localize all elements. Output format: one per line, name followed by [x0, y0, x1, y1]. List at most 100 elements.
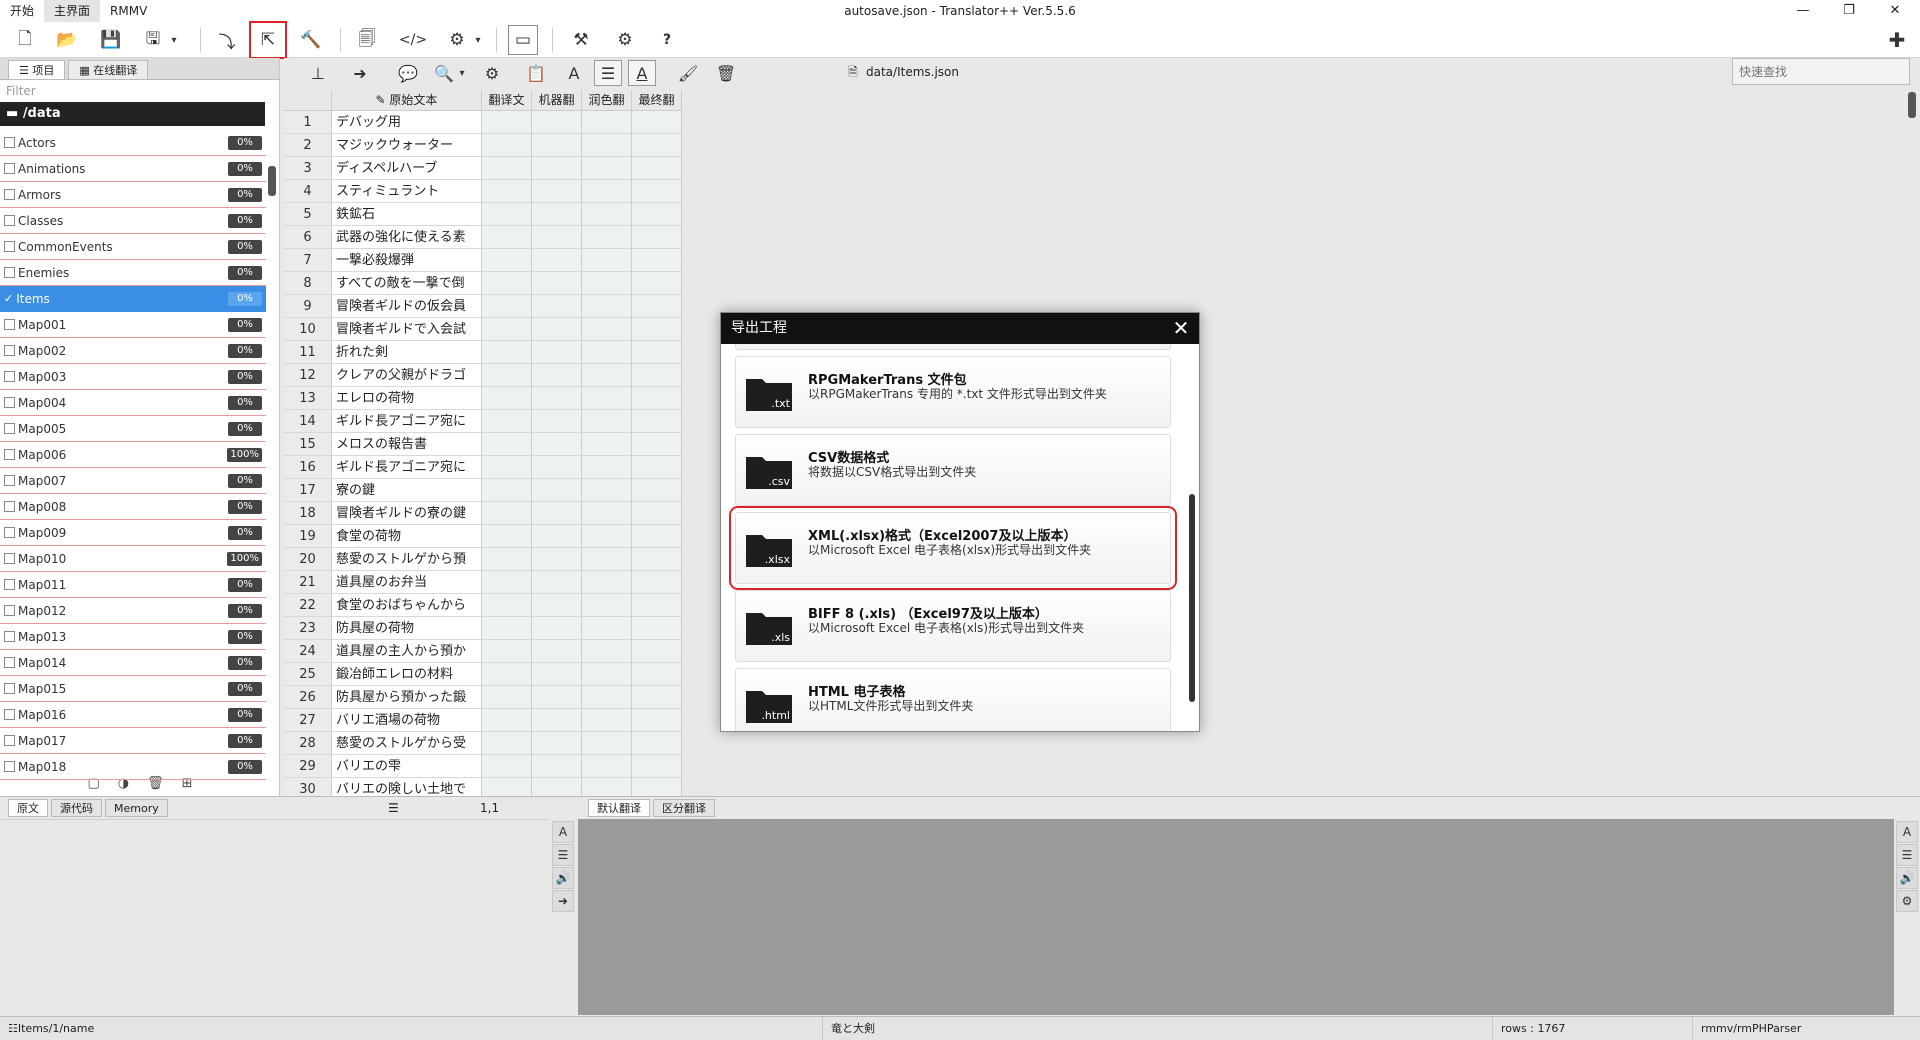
- table-row[interactable]: 15 メロスの報告書: [284, 433, 682, 456]
- translation-cell[interactable]: [632, 732, 682, 754]
- translation-cell[interactable]: [632, 341, 682, 363]
- translation-cell[interactable]: [632, 203, 682, 225]
- translation-cell[interactable]: [582, 525, 632, 547]
- help-icon[interactable]: ?: [652, 25, 682, 55]
- menu-rmmv[interactable]: RMMV: [100, 0, 157, 22]
- file-item[interactable]: Map011 0%: [0, 572, 266, 598]
- translation-cell[interactable]: [482, 387, 532, 409]
- original-text-cell[interactable]: マジックウォーター: [332, 134, 482, 156]
- open-folder-icon[interactable]: 📂: [52, 25, 82, 55]
- table-row[interactable]: 22 食堂のおばちゃんから: [284, 594, 682, 617]
- original-text-cell[interactable]: エレロの荷物: [332, 387, 482, 409]
- translation-cell[interactable]: [582, 778, 632, 796]
- file-item[interactable]: Map007 0%: [0, 468, 266, 494]
- original-text-cell[interactable]: バリエの険しい土地で: [332, 778, 482, 796]
- automation-icon[interactable]: ⚙: [442, 25, 472, 55]
- file-item[interactable]: Armors 0%: [0, 182, 266, 208]
- gear-icon[interactable]: ⚙: [1896, 890, 1918, 912]
- translation-cell[interactable]: [532, 272, 582, 294]
- translation-cell[interactable]: [632, 594, 682, 616]
- checkbox[interactable]: [4, 579, 15, 590]
- original-text-cell[interactable]: 防具屋から預かった鍛: [332, 686, 482, 708]
- checkbox[interactable]: [4, 397, 15, 408]
- tab-project[interactable]: ☰ 项目: [8, 60, 66, 79]
- translation-cell[interactable]: [532, 548, 582, 570]
- maximize-button[interactable]: ❐: [1826, 0, 1872, 22]
- translation-cell[interactable]: [482, 433, 532, 455]
- translation-cell[interactable]: [582, 318, 632, 340]
- translation-cell[interactable]: [532, 226, 582, 248]
- align-icon[interactable]: ☰: [552, 844, 574, 866]
- translation-cell[interactable]: [532, 479, 582, 501]
- code-icon[interactable]: </>: [398, 25, 428, 55]
- original-text-cell[interactable]: 慈愛のストルゲから預: [332, 548, 482, 570]
- header-machine[interactable]: 机器翻: [532, 90, 582, 110]
- quick-search-input[interactable]: [1732, 58, 1910, 85]
- translation-cell[interactable]: [582, 479, 632, 501]
- table-row[interactable]: 29 バリエの雫: [284, 755, 682, 778]
- translation-cell[interactable]: [532, 318, 582, 340]
- save-as-icon[interactable]: 🖫: [138, 25, 168, 55]
- file-item[interactable]: Animations 0%: [0, 156, 266, 182]
- translation-cell[interactable]: [482, 180, 532, 202]
- translation-cell[interactable]: [632, 571, 682, 593]
- table-row[interactable]: 30 バリエの険しい土地で: [284, 778, 682, 796]
- original-text-cell[interactable]: 一撃必殺爆弾: [332, 249, 482, 271]
- table-row[interactable]: 26 防具屋から預かった鍛: [284, 686, 682, 709]
- import-icon[interactable]: ⤵: [212, 25, 242, 55]
- translation-cell[interactable]: [632, 249, 682, 271]
- translation-cell[interactable]: [582, 180, 632, 202]
- tab-source-code[interactable]: 源代码: [51, 799, 102, 817]
- menu-main[interactable]: 主界面: [44, 0, 101, 22]
- translation-cell[interactable]: [532, 410, 582, 432]
- dialog-close-icon[interactable]: ✕: [1169, 316, 1193, 340]
- tab-default-translation[interactable]: 默认翻译: [588, 799, 650, 817]
- align-icon[interactable]: ☰: [1896, 844, 1918, 866]
- translation-cell[interactable]: [482, 594, 532, 616]
- comment-icon[interactable]: 💬: [394, 60, 422, 86]
- translation-cell[interactable]: [532, 502, 582, 524]
- automation-dropdown-icon[interactable]: ▾: [470, 25, 486, 55]
- translation-cell[interactable]: [532, 249, 582, 271]
- file-item[interactable]: Map012 0%: [0, 598, 266, 624]
- translation-cell[interactable]: [482, 111, 532, 133]
- translation-cell[interactable]: [582, 571, 632, 593]
- translation-cell[interactable]: [482, 364, 532, 386]
- original-text-cell[interactable]: 折れた剣: [332, 341, 482, 363]
- delete-icon[interactable]: 🗑: [712, 60, 740, 86]
- translation-cell[interactable]: [582, 226, 632, 248]
- checkbox[interactable]: [4, 267, 15, 278]
- folder-data[interactable]: ▬ /data: [0, 102, 265, 126]
- original-text-cell[interactable]: 慈愛のストルゲから受: [332, 732, 482, 754]
- align-icon[interactable]: ☰: [594, 60, 622, 86]
- table-row[interactable]: 8 すべての敵を一撃で倒: [284, 272, 682, 295]
- translation-cell[interactable]: [582, 502, 632, 524]
- checkbox[interactable]: [4, 709, 15, 720]
- translation-cell[interactable]: [632, 226, 682, 248]
- translation-cell[interactable]: [482, 548, 532, 570]
- translation-cell[interactable]: [532, 617, 582, 639]
- original-text-cell[interactable]: ギルド長アゴニア宛に: [332, 410, 482, 432]
- translation-cell[interactable]: [582, 249, 632, 271]
- table-row[interactable]: 4 スティミュラント: [284, 180, 682, 203]
- translation-cell[interactable]: [482, 732, 532, 754]
- original-text-cell[interactable]: 冒険者ギルドで入会試: [332, 318, 482, 340]
- original-text-cell[interactable]: ギルド長アゴニア宛に: [332, 456, 482, 478]
- original-text-cell[interactable]: 防具屋の荷物: [332, 617, 482, 639]
- checkbox[interactable]: [4, 449, 15, 460]
- checkbox[interactable]: [4, 371, 15, 382]
- speaker-icon[interactable]: 🔊: [552, 867, 574, 889]
- translation-cell[interactable]: [532, 180, 582, 202]
- translation-cell[interactable]: [532, 525, 582, 547]
- translation-cell[interactable]: [532, 111, 582, 133]
- checkbox[interactable]: [4, 501, 15, 512]
- export-option[interactable]: .xls BIFF 8 (.xls) （Excel97及以上版本） 以Microso…: [735, 590, 1171, 662]
- original-text-cell[interactable]: スティミュラント: [332, 180, 482, 202]
- add-icon[interactable]: ✚: [1882, 25, 1912, 55]
- original-text-cell[interactable]: 道具屋の主人から預か: [332, 640, 482, 662]
- file-item[interactable]: Map018 0%: [0, 754, 266, 780]
- translate-icon[interactable]: 🗐: [352, 25, 382, 55]
- file-item[interactable]: Map004 0%: [0, 390, 266, 416]
- translation-cell[interactable]: [482, 663, 532, 685]
- file-item[interactable]: Map017 0%: [0, 728, 266, 754]
